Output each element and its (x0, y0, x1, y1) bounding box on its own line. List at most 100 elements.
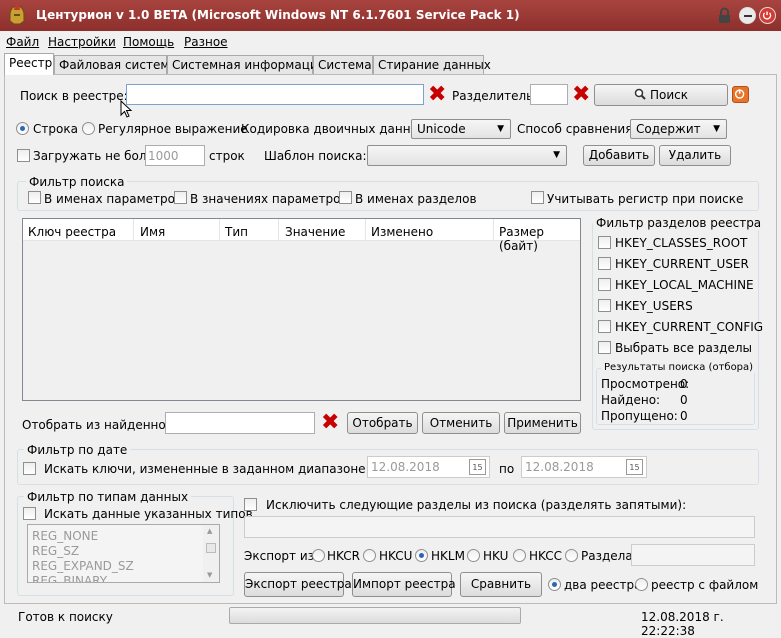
stop-search-button[interactable] (732, 86, 749, 103)
tab-system-info[interactable]: Системная информация (167, 55, 325, 74)
menu-settings[interactable]: Настройки (48, 35, 116, 49)
radio-regex-label: Регулярное выражение (98, 122, 248, 136)
export-hkcu-radio[interactable] (363, 549, 376, 562)
type-filter-label: Искать данные указанных типов (44, 507, 253, 521)
menu-help[interactable]: Помощь (123, 35, 174, 49)
encoding-select[interactable]: Unicode ▼ (411, 119, 511, 139)
limit-checkbox[interactable] (17, 149, 30, 162)
exclude-input[interactable] (244, 516, 755, 538)
column-header-size[interactable]: Размер (байт) (499, 225, 580, 253)
hkcc-checkbox[interactable] (598, 320, 611, 333)
filter-section-names-checkbox[interactable] (339, 191, 352, 204)
menu-bar: Файл Настройки Помощь Разное (0, 31, 781, 53)
limit-input[interactable] (145, 145, 205, 166)
chevron-down-icon: ▼ (497, 124, 504, 134)
column-header-name[interactable]: Имя (140, 225, 165, 239)
cancel-select-button[interactable]: Отменить (422, 412, 500, 434)
hkcu-checkbox[interactable] (598, 257, 611, 270)
export-hkcu-label: HKCU (379, 549, 413, 563)
column-header-modified[interactable]: Изменено (371, 225, 433, 239)
add-template-button[interactable]: Добавить (583, 145, 655, 166)
import-registry-button[interactable]: Импорт реестра (352, 572, 456, 597)
template-select[interactable]: ▼ (367, 145, 567, 166)
search-button-label: Поиск (649, 88, 688, 102)
case-sensitive-checkbox[interactable] (531, 191, 544, 204)
export-hku-radio[interactable] (467, 549, 480, 562)
radio-regex[interactable] (82, 122, 95, 135)
export-hkcc-radio[interactable] (513, 549, 526, 562)
date-from-picker[interactable]: 12.08.2018 15 (367, 456, 490, 478)
lock-icon[interactable] (716, 7, 733, 24)
export-hkcr-radio[interactable] (312, 549, 325, 562)
column-header-type[interactable]: Тип (225, 225, 248, 239)
exclude-label: Исключить следующие разделы из поиска (р… (266, 498, 687, 512)
list-item[interactable]: REG_NONE (32, 529, 98, 543)
date-filter-label: Искать ключи, измененные в заданном диап… (44, 462, 407, 476)
date-to-picker[interactable]: 12.08.2018 15 (521, 456, 647, 478)
export-label: Экспорт из: (244, 549, 319, 563)
radio-string[interactable] (16, 122, 29, 135)
search-button[interactable]: Поиск (594, 84, 728, 106)
select-found-input[interactable] (165, 412, 315, 434)
clear-search-icon[interactable]: ✖ (428, 84, 446, 106)
list-item[interactable]: REG_BINARY (32, 574, 107, 582)
close-button[interactable] (759, 7, 776, 24)
delete-template-button[interactable]: Удалить (659, 145, 731, 166)
mouse-cursor-icon (120, 99, 134, 120)
date-filter-legend: Фильтр по дате (24, 443, 131, 457)
compare-select[interactable]: Содержит ▼ (630, 119, 727, 139)
type-filter-checkbox[interactable] (23, 507, 36, 520)
minimize-button[interactable] (739, 7, 756, 24)
apply-button[interactable]: Применить (504, 412, 581, 434)
hku-checkbox[interactable] (598, 299, 611, 312)
data-types-list[interactable]: REG_NONE REG_SZ REG_EXPAND_SZ REG_BINARY… (27, 524, 220, 583)
skipped-label: Пропущено: (601, 409, 678, 423)
compare-button[interactable]: Сравнить (460, 572, 542, 597)
tab-system[interactable]: Система (313, 55, 373, 74)
date-to-value: 12.08.2018 (525, 460, 594, 474)
select-all-hives-checkbox[interactable] (598, 341, 611, 354)
filter-param-values-checkbox[interactable] (174, 191, 187, 204)
clear-select-found-icon[interactable]: ✖ (321, 412, 339, 434)
viewed-value: 0 (680, 377, 688, 391)
tab-registry[interactable]: Реестр (4, 53, 54, 75)
scroll-down-icon[interactable]: ▼ (207, 571, 212, 579)
list-item[interactable]: REG_SZ (32, 544, 79, 558)
calendar-icon[interactable]: 15 (469, 459, 486, 475)
scrollbar[interactable]: ▲ ▼ (203, 525, 219, 582)
menu-file[interactable]: Файл (6, 35, 39, 49)
tab-file-system[interactable]: Файловая система (54, 55, 177, 74)
hklm-checkbox[interactable] (598, 278, 611, 291)
found-value: 0 (680, 393, 688, 407)
title-bar: Центурион v 1.0 BETA (Microsoft Windows … (0, 0, 781, 31)
column-header-value[interactable]: Значение (285, 225, 345, 239)
export-section-input[interactable] (631, 544, 755, 566)
calendar-icon[interactable]: 15 (626, 459, 643, 475)
export-section-label: Раздела: (581, 549, 637, 563)
results-table[interactable]: Ключ реестра Имя Тип Значение Изменено Р… (22, 218, 581, 401)
filter-param-values-label: В значениях параметров (190, 192, 348, 206)
export-hklm-radio[interactable] (415, 549, 428, 562)
scroll-up-icon[interactable]: ▲ (207, 527, 212, 535)
column-header-key[interactable]: Ключ реестра (28, 225, 116, 239)
hkcr-checkbox[interactable] (598, 236, 611, 249)
registry-with-file-radio[interactable] (635, 578, 648, 591)
export-registry-button[interactable]: Экспорт реестра (244, 572, 352, 597)
search-input[interactable] (126, 84, 424, 105)
tab-data-erase[interactable]: Стирание данных (373, 55, 491, 74)
viewed-label: Просмотрено: (601, 377, 690, 391)
chevron-down-icon: ▼ (713, 124, 720, 134)
export-section-radio[interactable] (565, 549, 578, 562)
clear-separator-icon[interactable]: ✖ (572, 84, 590, 106)
filter-param-names-checkbox[interactable] (28, 191, 41, 204)
select-button[interactable]: Отобрать (347, 412, 418, 434)
two-registries-radio[interactable] (548, 578, 561, 591)
list-item[interactable]: REG_EXPAND_SZ (32, 559, 134, 573)
menu-misc[interactable]: Разное (184, 35, 228, 49)
date-filter-checkbox[interactable] (23, 462, 36, 475)
scroll-thumb[interactable] (206, 543, 216, 553)
type-filter-legend: Фильтр по типам данных (24, 490, 192, 504)
separator-input[interactable] (530, 84, 568, 105)
separator-label: Разделитель: (452, 89, 538, 103)
exclude-checkbox[interactable] (244, 498, 257, 511)
